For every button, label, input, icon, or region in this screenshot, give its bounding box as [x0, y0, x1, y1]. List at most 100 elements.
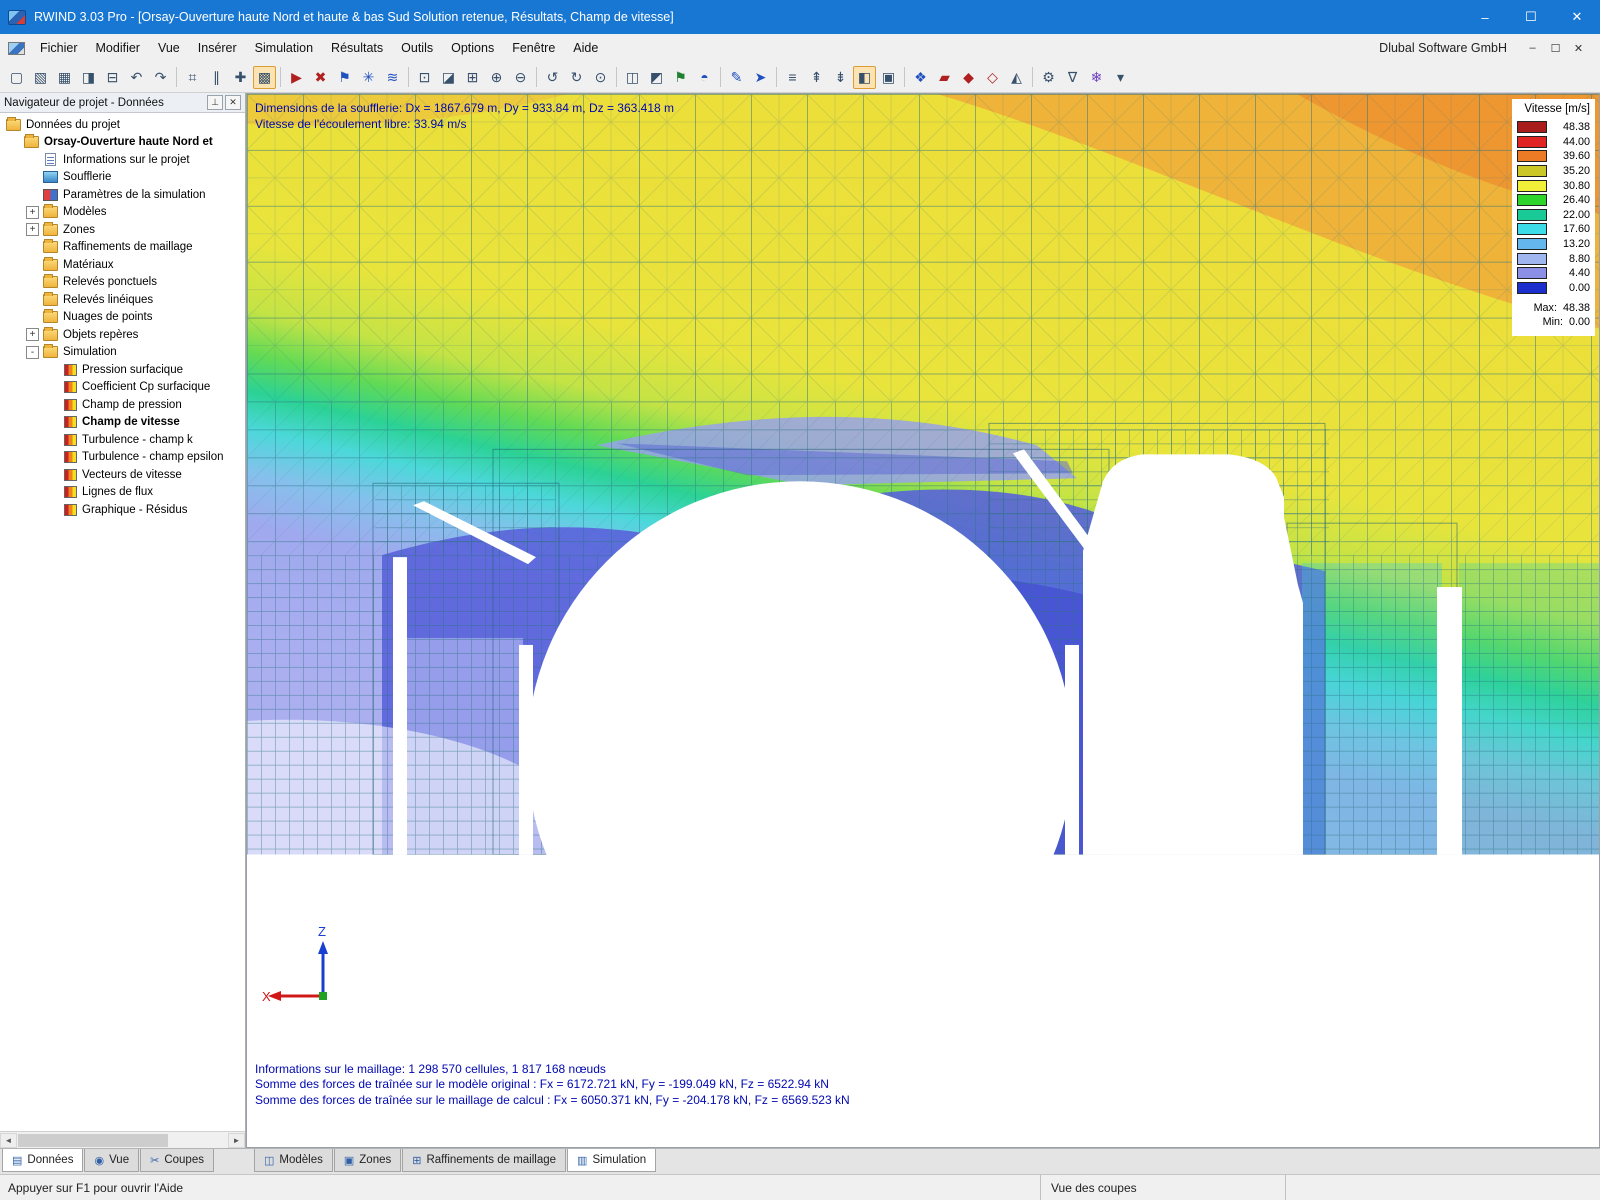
tab-modeles[interactable]: ◫Modèles — [254, 1149, 333, 1172]
minimize-button[interactable]: – — [1462, 0, 1508, 34]
print-icon[interactable]: ⊟ — [101, 66, 124, 89]
dock-view-icon[interactable]: ◧ — [853, 66, 876, 89]
mdi-minimize-button[interactable]: – — [1521, 38, 1544, 58]
pin-icon[interactable]: ⊥ — [207, 95, 223, 110]
zoom-in-icon[interactable]: ⊕ — [485, 66, 508, 89]
tree-item-champ-de-vitesse[interactable]: Champ de vitesse — [0, 414, 245, 432]
move-down-icon[interactable]: ⇟ — [829, 66, 852, 89]
run-simulation-icon[interactable]: ▶ — [285, 66, 308, 89]
wind-rose-icon[interactable]: ✳ — [357, 66, 380, 89]
stop-simulation-icon[interactable]: ✖ — [309, 66, 332, 89]
menu-fenetre[interactable]: Fenêtre — [503, 36, 564, 60]
toolbar-overflow-icon[interactable]: ▾ — [1109, 66, 1132, 89]
expander-plus-icon[interactable]: + — [26, 328, 39, 341]
paste-icon[interactable]: ▣ — [877, 66, 900, 89]
new-document-icon[interactable]: ▢ — [5, 66, 28, 89]
tree-item-coefficient-cp-surfacique[interactable]: Coefficient Cp surfacique — [0, 379, 245, 397]
tab-simulation[interactable]: ▥Simulation — [567, 1149, 656, 1172]
tab-donnees[interactable]: ▤Données — [2, 1149, 83, 1172]
tab-coupes[interactable]: ✂Coupes — [140, 1149, 214, 1172]
tree-item-pression-surfacique[interactable]: Pression surfacique — [0, 361, 245, 379]
guidelines-icon[interactable]: ∥ — [205, 66, 228, 89]
display-filter-icon[interactable]: ∇ — [1061, 66, 1084, 89]
tree-horizontal-scrollbar[interactable]: ◄ ► — [0, 1131, 245, 1148]
expander-minus-icon[interactable]: - — [26, 346, 39, 359]
expander-plus-icon[interactable]: + — [26, 223, 39, 236]
menu-outils[interactable]: Outils — [392, 36, 442, 60]
menu-resultats[interactable]: Résultats — [322, 36, 392, 60]
maximize-button[interactable]: ☐ — [1508, 0, 1554, 34]
export-image-icon[interactable]: ◪ — [437, 66, 460, 89]
tree-item-graphique-residus[interactable]: Graphique - Résidus — [0, 501, 245, 519]
tree-item-parametres-de-la-simulation[interactable]: Paramètres de la simulation — [0, 186, 245, 204]
section-plane-icon[interactable]: ◩ — [645, 66, 668, 89]
render-faces-icon[interactable]: ◆ — [957, 66, 980, 89]
render-solid-icon[interactable]: ▰ — [933, 66, 956, 89]
menu-vue[interactable]: Vue — [149, 36, 189, 60]
section-results-icon[interactable]: ◭ — [1005, 66, 1028, 89]
rotate-cw-icon[interactable]: ↻ — [565, 66, 588, 89]
mdi-restore-button[interactable]: ☐ — [1544, 38, 1567, 58]
model-box-icon[interactable]: ◓ — [693, 66, 716, 89]
save-icon[interactable]: ▦ — [53, 66, 76, 89]
tree-item-turbulence-champ-epsilon[interactable]: Turbulence - champ epsilon — [0, 449, 245, 467]
zoom-out-icon[interactable]: ⊖ — [509, 66, 532, 89]
tree-item-informations-sur-le-projet[interactable]: Informations sur le projet — [0, 151, 245, 169]
results-freeze-icon[interactable]: ❄ — [1085, 66, 1108, 89]
wind-profile-icon[interactable]: ≋ — [381, 66, 404, 89]
menu-modifier[interactable]: Modifier — [87, 36, 149, 60]
print-preview-icon[interactable]: ◨ — [77, 66, 100, 89]
tree-item-modeles[interactable]: +Modèles — [0, 204, 245, 222]
tree-item-objets-reperes[interactable]: +Objets repères — [0, 326, 245, 344]
menu-fichier[interactable]: Fichier — [31, 36, 87, 60]
move-up-icon[interactable]: ⇞ — [805, 66, 828, 89]
tab-raffinements-de-maillage[interactable]: ⊞Raffinements de maillage — [402, 1149, 566, 1172]
menu-simulation[interactable]: Simulation — [246, 36, 322, 60]
zoom-window-icon[interactable]: ⊞ — [461, 66, 484, 89]
tree-item-donnees-du-projet[interactable]: Données du projet — [0, 116, 245, 134]
close-icon[interactable]: ✕ — [225, 95, 241, 110]
menu-inserer[interactable]: Insérer — [189, 36, 246, 60]
marker-flag-icon[interactable]: ⚑ — [669, 66, 692, 89]
wind-load-icon[interactable]: ⚑ — [333, 66, 356, 89]
tree-item-materiaux[interactable]: Matériaux — [0, 256, 245, 274]
tree-item-orsay-project[interactable]: Orsay-Ouverture haute Nord et — [0, 134, 245, 152]
user-settings-icon[interactable]: ⚙ — [1037, 66, 1060, 89]
cfd-velocity-field-canvas[interactable] — [247, 94, 1599, 1147]
tab-zones[interactable]: ▣Zones — [334, 1149, 401, 1172]
tree-item-champ-de-pression[interactable]: Champ de pression — [0, 396, 245, 414]
mdi-child-icon[interactable] — [8, 42, 25, 55]
menu-options[interactable]: Options — [442, 36, 503, 60]
scroll-right-icon[interactable]: ► — [228, 1133, 245, 1148]
snap-grid-icon[interactable]: ⌗ — [181, 66, 204, 89]
color-scale-pen-icon[interactable]: ✎ — [725, 66, 748, 89]
menu-aide[interactable]: Aide — [564, 36, 607, 60]
tree-item-nuages-de-points[interactable]: Nuages de points — [0, 309, 245, 327]
tab-vue[interactable]: ◉Vue — [84, 1149, 139, 1172]
tree-item-turbulence-champ-k[interactable]: Turbulence - champ k — [0, 431, 245, 449]
open-project-icon[interactable]: ▧ — [29, 66, 52, 89]
ortho-grid-icon[interactable]: ▩ — [253, 66, 276, 89]
tree-item-releves-lineiques[interactable]: Relevés linéiques — [0, 291, 245, 309]
close-button[interactable]: ✕ — [1554, 0, 1600, 34]
expander-plus-icon[interactable]: + — [26, 206, 39, 219]
scrollbar-thumb[interactable] — [18, 1134, 168, 1147]
refresh-view-icon[interactable]: ⊙ — [589, 66, 612, 89]
redo-icon[interactable]: ↷ — [149, 66, 172, 89]
mdi-close-button[interactable]: ✕ — [1567, 38, 1590, 58]
rotate-ccw-icon[interactable]: ↺ — [541, 66, 564, 89]
undo-icon[interactable]: ↶ — [125, 66, 148, 89]
render-edges-icon[interactable]: ◇ — [981, 66, 1004, 89]
tree-item-vecteurs-de-vitesse[interactable]: Vecteurs de vitesse — [0, 466, 245, 484]
clip-plane-icon[interactable]: ◫ — [621, 66, 644, 89]
tree-item-lignes-de-flux[interactable]: Lignes de flux — [0, 484, 245, 502]
view-cube-icon[interactable]: ❖ — [909, 66, 932, 89]
copy-view-icon[interactable]: ⊡ — [413, 66, 436, 89]
viewport[interactable]: Dimensions de la soufflerie: Dx = 1867.6… — [246, 93, 1600, 1148]
tree-item-simulation[interactable]: -Simulation — [0, 344, 245, 362]
crosshair-icon[interactable]: ✚ — [229, 66, 252, 89]
tree-item-zones[interactable]: +Zones — [0, 221, 245, 239]
flow-arrow-icon[interactable]: ➤ — [749, 66, 772, 89]
tree-item-releves-ponctuels[interactable]: Relevés ponctuels — [0, 274, 245, 292]
layers-icon[interactable]: ≡ — [781, 66, 804, 89]
